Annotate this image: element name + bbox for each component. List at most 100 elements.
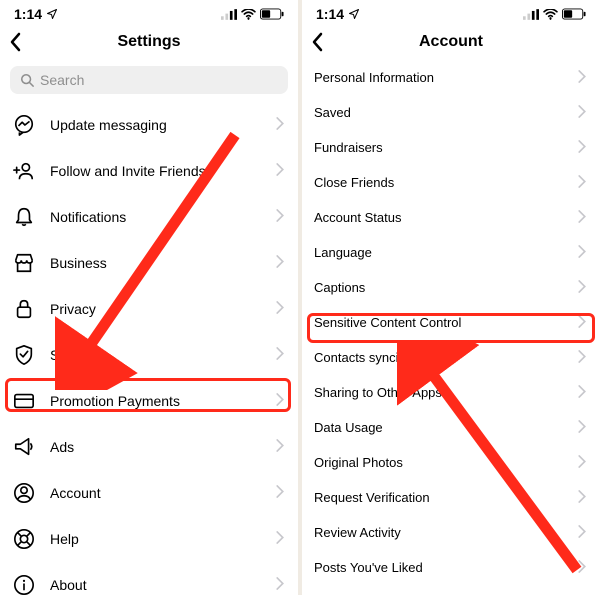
lock-icon bbox=[12, 297, 36, 321]
row-label: Original Photos bbox=[314, 455, 578, 470]
row-data-usage[interactable]: Data Usage bbox=[302, 410, 600, 445]
chevron-right-icon bbox=[578, 245, 586, 261]
row-privacy[interactable]: Privacy bbox=[0, 286, 298, 332]
chevron-right-icon bbox=[276, 301, 284, 317]
row-saved[interactable]: Saved bbox=[302, 95, 600, 130]
row-account-status[interactable]: Account Status bbox=[302, 200, 600, 235]
status-time: 1:14 bbox=[316, 6, 344, 22]
cell-signal-icon bbox=[523, 9, 539, 20]
row-about[interactable]: About bbox=[0, 562, 298, 595]
row-review-activity[interactable]: Review Activity bbox=[302, 515, 600, 550]
row-label: Security bbox=[50, 347, 276, 363]
row-sensitive-content[interactable]: Sensitive Content Control bbox=[302, 305, 600, 340]
bell-icon bbox=[12, 205, 36, 229]
chevron-right-icon bbox=[578, 315, 586, 331]
row-ads[interactable]: Ads bbox=[0, 424, 298, 470]
account-list: Personal Information Saved Fundraisers C… bbox=[302, 60, 600, 595]
row-posts-liked[interactable]: Posts You've Liked bbox=[302, 550, 600, 585]
row-label: Personal Information bbox=[314, 70, 578, 85]
row-follow-invite[interactable]: Follow and Invite Friends bbox=[0, 148, 298, 194]
location-arrow-icon bbox=[348, 8, 360, 20]
row-label: Posts You've Liked bbox=[314, 560, 578, 575]
chevron-right-icon bbox=[578, 525, 586, 541]
lifebuoy-icon bbox=[12, 527, 36, 551]
back-button[interactable] bbox=[8, 32, 22, 52]
row-label: Privacy bbox=[50, 301, 276, 317]
row-label: Saved bbox=[314, 105, 578, 120]
chevron-right-icon bbox=[578, 140, 586, 156]
add-person-icon bbox=[12, 159, 36, 183]
chevron-right-icon bbox=[276, 393, 284, 409]
chevron-right-icon bbox=[276, 485, 284, 501]
battery-icon bbox=[260, 8, 284, 20]
credit-card-icon bbox=[12, 389, 36, 413]
megaphone-icon bbox=[12, 435, 36, 459]
row-sharing-other-apps[interactable]: Sharing to Other Apps bbox=[302, 375, 600, 410]
row-label: Notifications bbox=[50, 209, 276, 225]
info-icon bbox=[12, 573, 36, 595]
location-arrow-icon bbox=[46, 8, 58, 20]
settings-list: Update messaging Follow and Invite Frien… bbox=[0, 102, 298, 595]
row-request-verification[interactable]: Request Verification bbox=[302, 480, 600, 515]
row-language[interactable]: Language bbox=[302, 235, 600, 270]
status-bar: 1:14 bbox=[302, 0, 600, 24]
row-label: Promotion Payments bbox=[50, 393, 276, 409]
row-label: Captions bbox=[314, 280, 578, 295]
search-icon bbox=[20, 73, 34, 87]
row-label: Request Verification bbox=[314, 490, 578, 505]
storefront-icon bbox=[12, 251, 36, 275]
row-original-photos[interactable]: Original Photos bbox=[302, 445, 600, 480]
chevron-right-icon bbox=[276, 255, 284, 271]
chevron-right-icon bbox=[578, 350, 586, 366]
chevron-right-icon bbox=[276, 163, 284, 179]
chevron-right-icon bbox=[578, 175, 586, 191]
back-button[interactable] bbox=[310, 32, 324, 52]
chevron-right-icon bbox=[276, 347, 284, 363]
chevron-right-icon bbox=[578, 105, 586, 121]
status-bar: 1:14 bbox=[0, 0, 298, 24]
row-label: Follow and Invite Friends bbox=[50, 163, 276, 179]
row-close-friends[interactable]: Close Friends bbox=[302, 165, 600, 200]
row-business[interactable]: Business bbox=[0, 240, 298, 286]
chevron-right-icon bbox=[276, 117, 284, 133]
search-input[interactable]: Search bbox=[10, 66, 288, 94]
nav-header: Settings bbox=[0, 24, 298, 60]
row-captions[interactable]: Captions bbox=[302, 270, 600, 305]
row-label: Business bbox=[50, 255, 276, 271]
wifi-icon bbox=[241, 9, 256, 20]
page-title: Account bbox=[419, 33, 483, 51]
battery-icon bbox=[562, 8, 586, 20]
row-account[interactable]: Account bbox=[0, 470, 298, 516]
row-security[interactable]: Security bbox=[0, 332, 298, 378]
row-label: Data Usage bbox=[314, 420, 578, 435]
shield-icon bbox=[12, 343, 36, 367]
chevron-left-icon bbox=[8, 32, 22, 52]
row-help[interactable]: Help bbox=[0, 516, 298, 562]
row-label: Help bbox=[50, 531, 276, 547]
row-label: Language bbox=[314, 245, 578, 260]
chevron-right-icon bbox=[276, 577, 284, 593]
row-notifications[interactable]: Notifications bbox=[0, 194, 298, 240]
row-label: About bbox=[50, 577, 276, 593]
row-promotion-payments[interactable]: Promotion Payments bbox=[0, 378, 298, 424]
row-personal-information[interactable]: Personal Information bbox=[302, 60, 600, 95]
row-label: Ads bbox=[50, 439, 276, 455]
cell-signal-icon bbox=[221, 9, 237, 20]
chevron-right-icon bbox=[578, 210, 586, 226]
chevron-right-icon bbox=[578, 385, 586, 401]
settings-screen: 1:14 Settings Search Update messaging Fo… bbox=[0, 0, 298, 595]
row-contacts-syncing[interactable]: Contacts syncing bbox=[302, 340, 600, 375]
row-label: Update messaging bbox=[50, 117, 276, 133]
row-label: Account Status bbox=[314, 210, 578, 225]
person-circle-icon bbox=[12, 481, 36, 505]
row-fundraisers[interactable]: Fundraisers bbox=[302, 130, 600, 165]
row-update-messaging[interactable]: Update messaging bbox=[0, 102, 298, 148]
chevron-right-icon bbox=[276, 209, 284, 225]
chevron-right-icon bbox=[578, 280, 586, 296]
nav-header: Account bbox=[302, 24, 600, 60]
wifi-icon bbox=[543, 9, 558, 20]
row-label: Account bbox=[50, 485, 276, 501]
chevron-right-icon bbox=[578, 455, 586, 471]
chevron-right-icon bbox=[276, 439, 284, 455]
chevron-right-icon bbox=[578, 560, 586, 576]
